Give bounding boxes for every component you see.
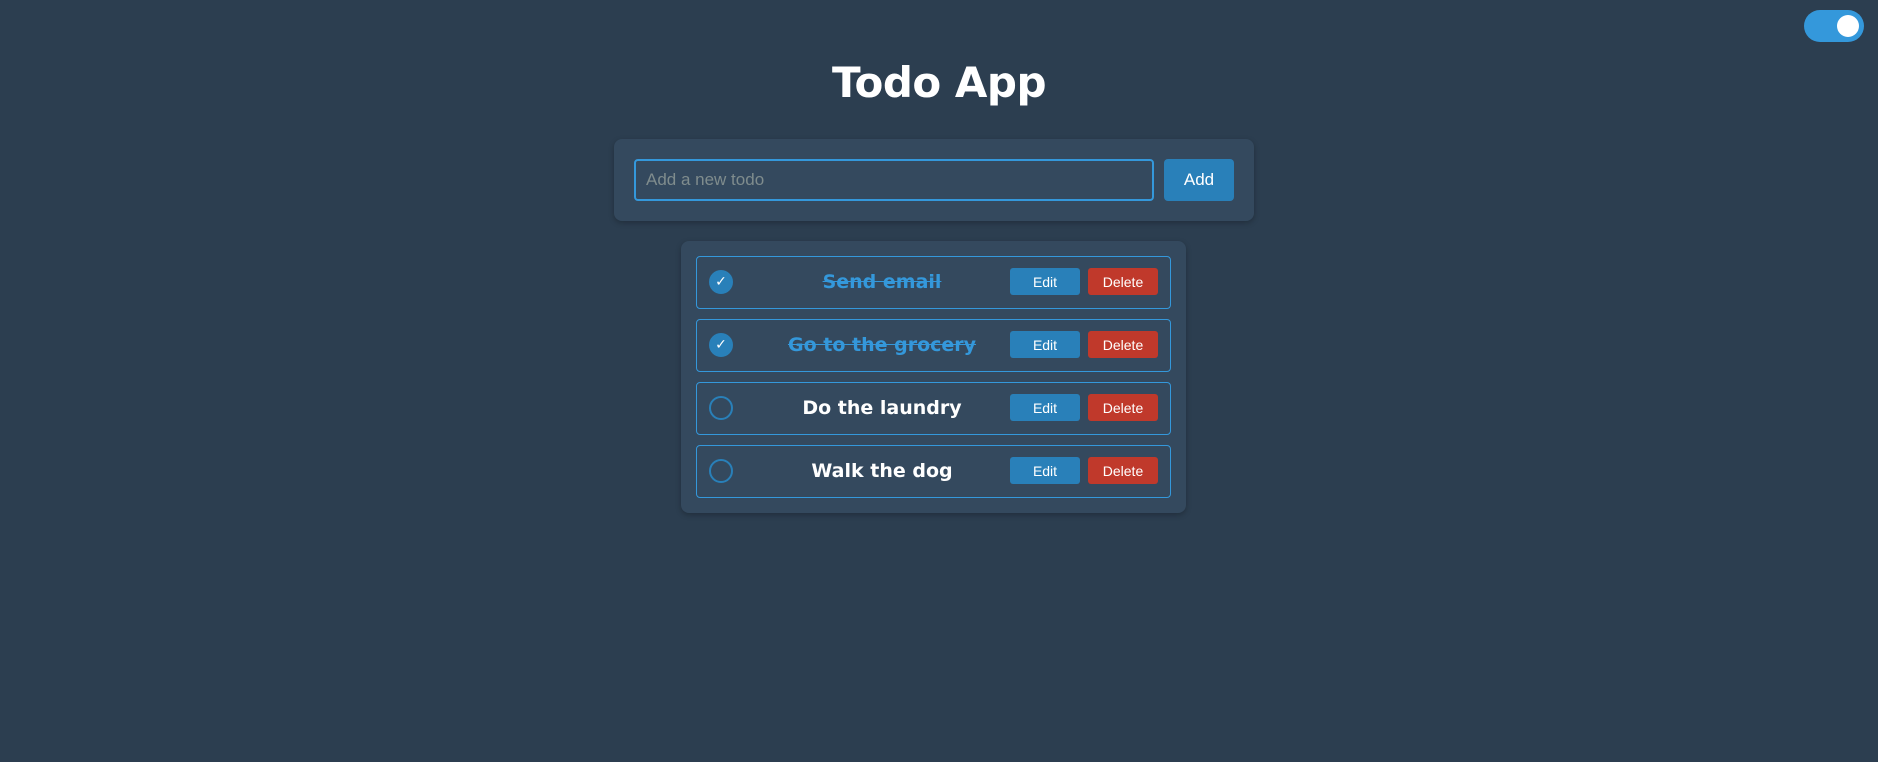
todo-text: Do the laundry — [802, 397, 962, 419]
todo-text: Send email — [822, 271, 942, 293]
edit-button[interactable]: Edit — [1010, 268, 1080, 295]
delete-button[interactable]: Delete — [1088, 457, 1158, 484]
todo-item: Do the laundry Edit Delete — [696, 382, 1171, 435]
check-icon: ✓ — [715, 274, 727, 290]
edit-button[interactable]: Edit — [1010, 331, 1080, 358]
check-icon — [711, 398, 731, 418]
todo-item: ✓ Send email Edit Delete — [696, 256, 1171, 309]
todo-item: Walk the dog Edit Delete — [696, 445, 1171, 498]
delete-button[interactable]: Delete — [1088, 394, 1158, 421]
new-todo-input[interactable] — [634, 159, 1154, 201]
todo-checkbox[interactable]: ✓ — [709, 270, 733, 294]
todo-checkbox[interactable]: ✓ — [709, 333, 733, 357]
add-button[interactable]: Add — [1164, 159, 1234, 201]
todo-list: ✓ Send email Edit Delete ✓ Go to the gro… — [681, 241, 1186, 513]
page-title: Todo App — [831, 58, 1047, 107]
todo-text: Go to the grocery — [787, 334, 977, 356]
edit-button[interactable]: Edit — [1010, 394, 1080, 421]
delete-button[interactable]: Delete — [1088, 331, 1158, 358]
todo-checkbox[interactable] — [709, 459, 733, 483]
todo-checkbox[interactable] — [709, 396, 733, 420]
check-icon: ✓ — [715, 337, 727, 353]
delete-button[interactable]: Delete — [1088, 268, 1158, 295]
theme-toggle[interactable] — [1804, 10, 1864, 42]
edit-button[interactable]: Edit — [1010, 457, 1080, 484]
add-todo-form: Add — [614, 139, 1254, 221]
todo-item: ✓ Go to the grocery Edit Delete — [696, 319, 1171, 372]
check-icon — [711, 461, 731, 481]
todo-text: Walk the dog — [811, 460, 953, 482]
toggle-knob — [1837, 15, 1859, 37]
